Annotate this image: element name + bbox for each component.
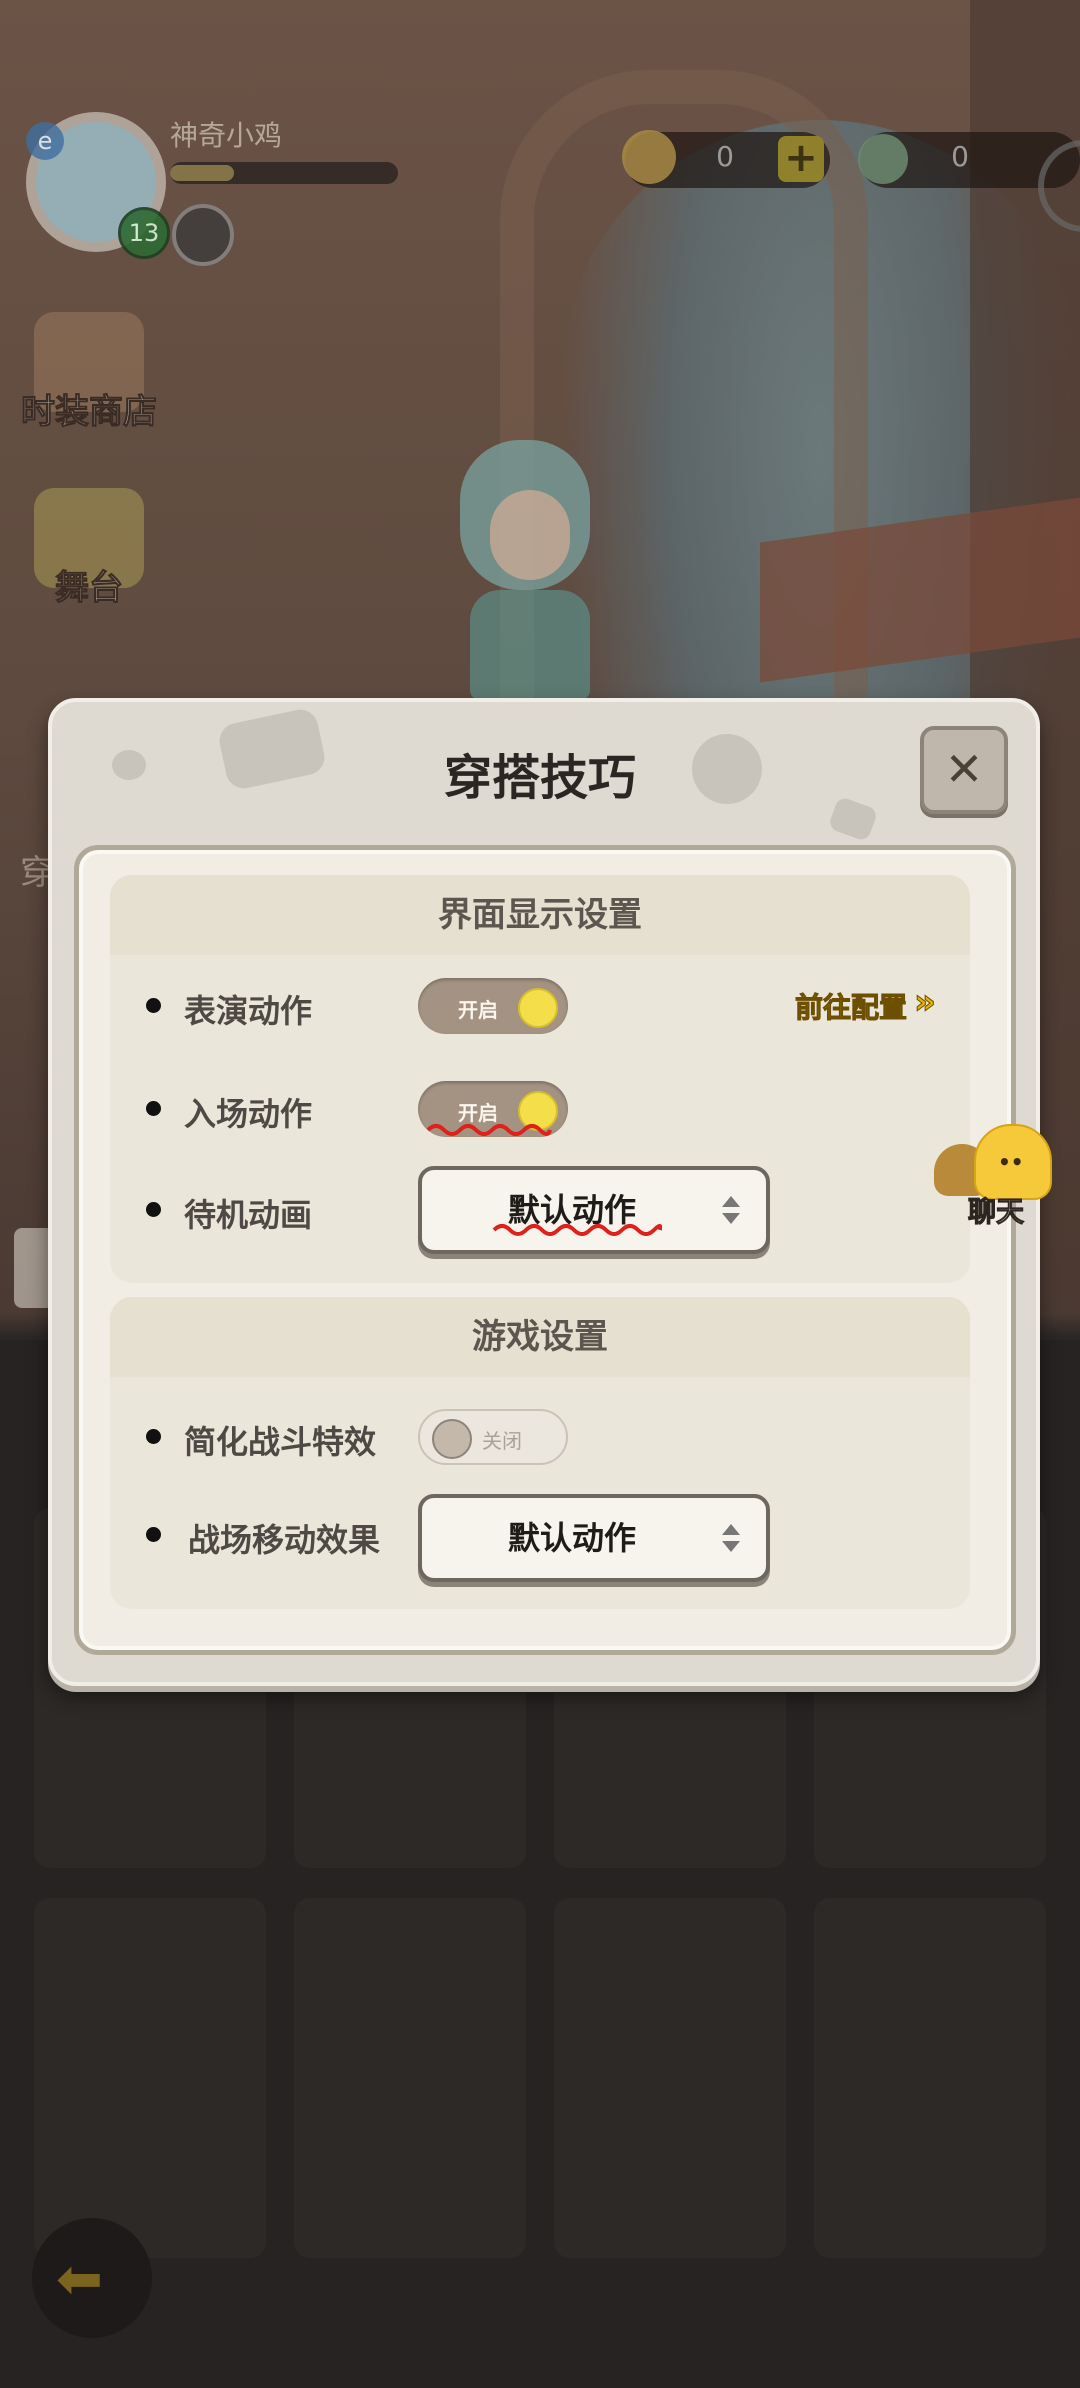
wardrobe-slot[interactable] — [34, 1898, 266, 2258]
perform-action-label: 表演动作 — [184, 992, 313, 1030]
fashion-shop-button[interactable]: 时装商店 — [14, 312, 164, 433]
sort-down-icon — [722, 1213, 740, 1224]
toggle-state-text: 开启 — [458, 998, 498, 1022]
spellcheck-underline — [426, 1124, 552, 1136]
section-header: 界面显示设置 — [110, 875, 970, 955]
add-gold-button[interactable]: + — [778, 136, 824, 182]
idle-animation-label: 待机动画 — [184, 1196, 313, 1234]
chat-face-eyes: •• — [998, 1150, 1024, 1174]
sort-up-icon — [722, 1196, 740, 1207]
perform-action-toggle[interactable]: 开启 — [418, 978, 568, 1034]
sort-down-icon — [722, 1541, 740, 1552]
fashion-shop-label: 时装商店 — [21, 392, 158, 433]
battlefield-move-label: 战场移动效果 — [188, 1521, 381, 1559]
stage-button[interactable]: 舞台 — [14, 488, 164, 609]
player-name: 神奇小鸡 — [170, 119, 283, 152]
wardrobe-slot[interactable] — [294, 1898, 526, 2258]
back-arrow-icon: ⬅ — [56, 2247, 103, 2312]
gem-icon — [858, 134, 908, 184]
simplify-effects-label: 简化战斗特效 — [184, 1423, 377, 1461]
entrance-action-label: 入场动作 — [184, 1095, 313, 1133]
toggle-state-text: 关闭 — [482, 1429, 522, 1453]
xp-bar — [170, 162, 398, 184]
chip-icon[interactable] — [172, 204, 234, 266]
select-value: 默认动作 — [507, 1191, 636, 1229]
simplify-effects-toggle[interactable]: 关闭 — [418, 1409, 568, 1465]
bullet — [146, 1527, 161, 1542]
bullet — [146, 1101, 161, 1116]
bullet — [146, 1429, 161, 1444]
character-face — [490, 490, 570, 580]
xp-bar-fill — [170, 165, 234, 181]
dialog-title: 穿搭技巧 — [443, 750, 636, 806]
chat-button[interactable]: •• 聊天 — [934, 1124, 1054, 1229]
avatar-badge-icon: e — [26, 122, 64, 160]
double-chevron-right-icon[interactable]: » — [914, 982, 937, 1023]
bullet — [146, 1202, 161, 1217]
chat-label: 聊天 — [967, 1195, 1024, 1229]
bullet — [146, 998, 161, 1013]
close-icon: ✕ — [944, 742, 984, 796]
toggle-knob — [518, 988, 558, 1028]
gold-amount: 0 — [716, 140, 734, 173]
select-value: 默认动作 — [507, 1519, 636, 1557]
gem-amount: 0 — [951, 140, 969, 173]
spellcheck-underline — [492, 1224, 662, 1236]
sort-up-icon — [722, 1524, 740, 1535]
player-level-badge: 13 — [118, 207, 170, 259]
stage-label: 舞台 — [55, 568, 124, 609]
battlefield-move-select[interactable]: 默认动作 — [418, 1494, 770, 1582]
section-header: 游戏设置 — [110, 1297, 970, 1377]
wardrobe-slot[interactable] — [814, 1898, 1046, 2258]
coin-icon — [622, 130, 676, 184]
character-body — [470, 590, 590, 700]
wardrobe-slot[interactable] — [554, 1898, 786, 2258]
goto-config-link[interactable]: 前往配置 — [794, 986, 907, 1026]
idle-animation-select[interactable]: 默认动作 — [418, 1166, 770, 1254]
toggle-knob — [432, 1419, 472, 1459]
